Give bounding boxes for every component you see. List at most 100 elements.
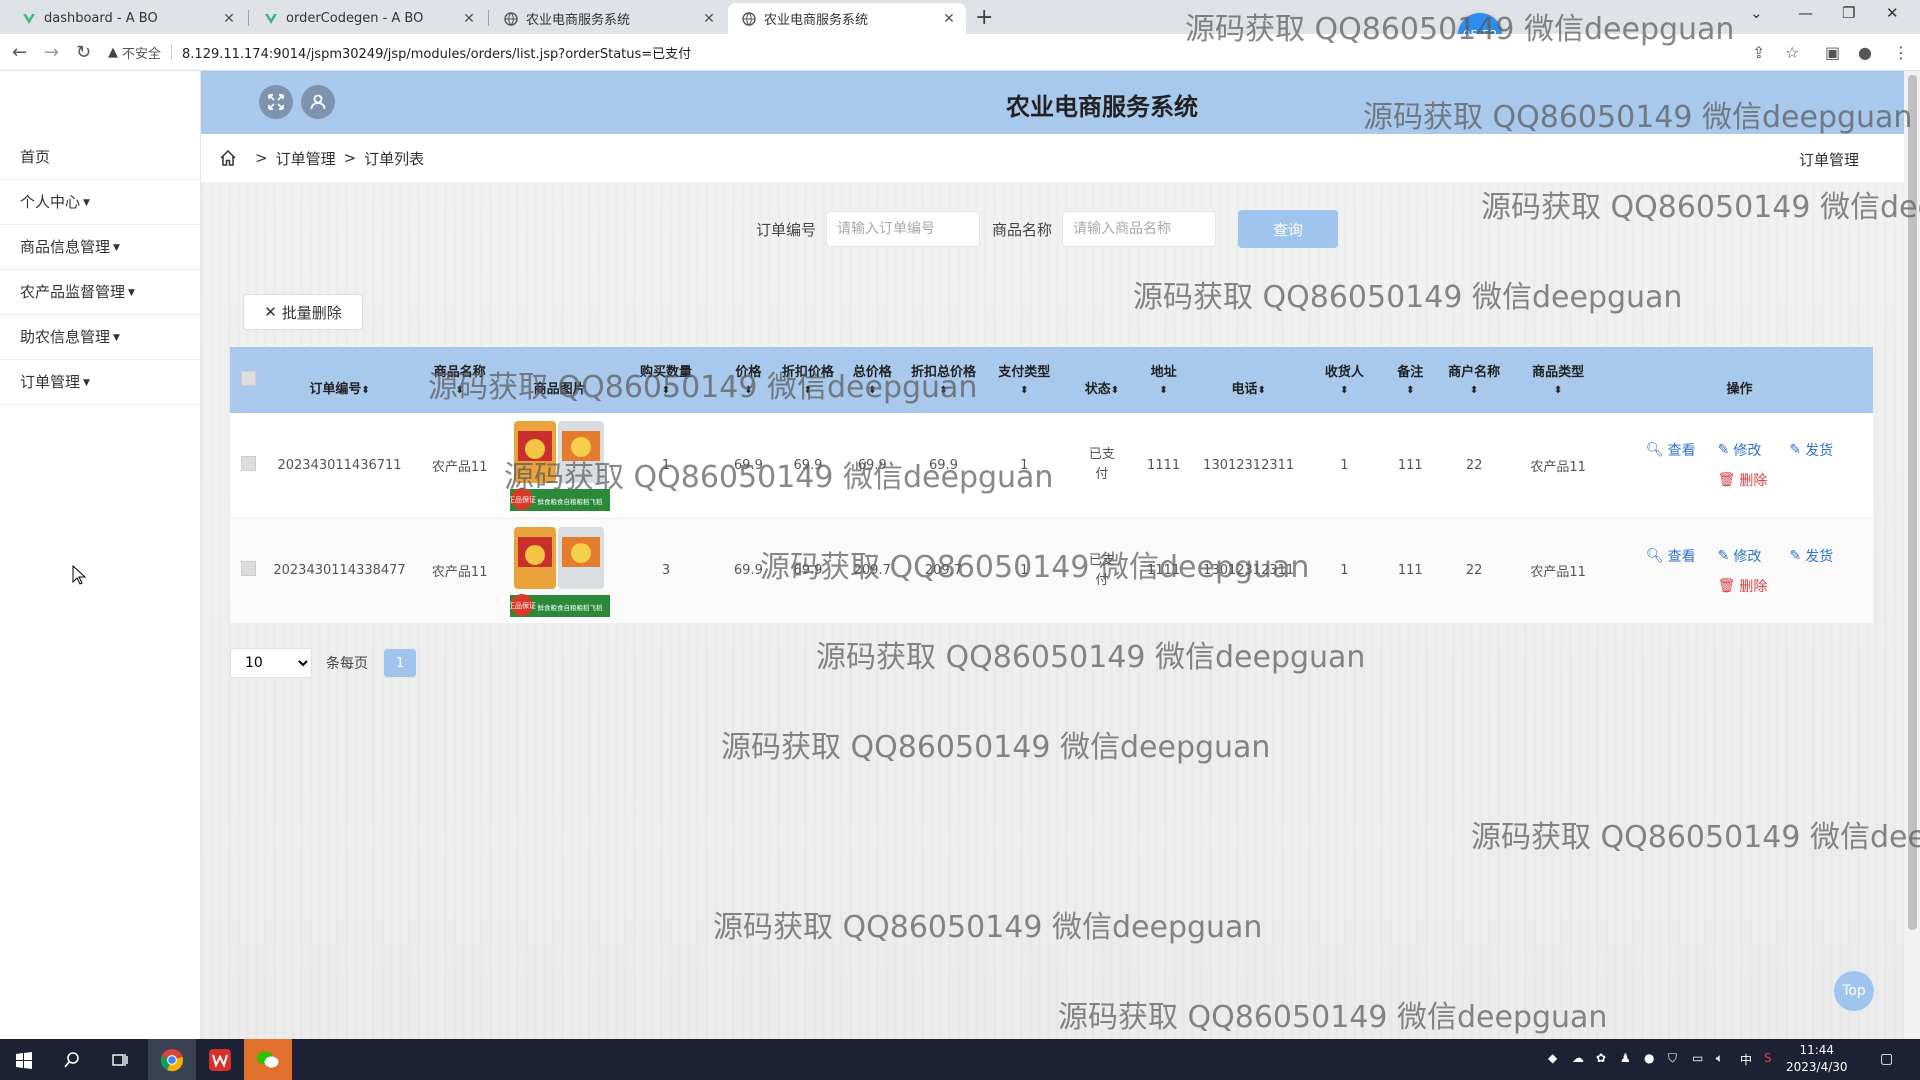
row-checkbox[interactable] bbox=[240, 455, 256, 471]
globe-icon bbox=[504, 11, 518, 26]
windows-start-icon[interactable] bbox=[0, 1039, 48, 1080]
column-header[interactable]: 状态⬍ bbox=[1068, 347, 1136, 413]
column-header[interactable]: 收货人 ⬍ bbox=[1306, 347, 1383, 413]
delete-button[interactable]: 🗑︎ 删除 bbox=[1718, 576, 1768, 596]
new-tab-button[interactable]: + bbox=[975, 5, 993, 30]
back-to-top-button[interactable]: Top bbox=[1834, 971, 1874, 1011]
url-field[interactable]: ▲ 不安全 8.129.11.174:9014/jspm30249/jsp/mo… bbox=[108, 39, 1738, 65]
edit-button[interactable]: ✎ 修改 bbox=[1718, 546, 1768, 566]
browser-tab-dashboard[interactable]: dashboard - A BO ✕ bbox=[8, 3, 246, 34]
bookmark-star-icon[interactable]: ☆ bbox=[1785, 43, 1799, 62]
delete-button[interactable]: 🗑︎ 删除 bbox=[1718, 470, 1768, 490]
user-icon[interactable] bbox=[301, 85, 335, 119]
tab-divider bbox=[488, 10, 489, 26]
sidebar-item-farm-aid[interactable]: 助农信息管理 ▼ bbox=[0, 315, 200, 360]
tray-app-icon[interactable]: ♟ bbox=[1620, 1051, 1631, 1065]
column-header[interactable]: 折扣价格 ⬍ bbox=[778, 347, 839, 413]
network-icon[interactable]: ▭ bbox=[1692, 1051, 1703, 1065]
vertical-scrollbar[interactable] bbox=[1904, 71, 1920, 1039]
browser-tab-ordercodegen[interactable]: orderCodegen - A BO ✕ bbox=[250, 3, 486, 34]
profile-icon[interactable]: ● bbox=[1858, 43, 1872, 62]
forward-arrow-icon[interactable]: → bbox=[44, 42, 59, 63]
restore-button[interactable]: ❐ bbox=[1842, 4, 1855, 22]
fullscreen-icon[interactable] bbox=[259, 85, 293, 119]
close-icon[interactable]: ✕ bbox=[458, 11, 480, 27]
wechat-icon[interactable] bbox=[244, 1039, 292, 1080]
tab-title: 农业电商服务系统 bbox=[764, 13, 869, 28]
ime-indicator[interactable]: 中 bbox=[1740, 1051, 1752, 1068]
page-size-select[interactable]: 10 bbox=[230, 648, 312, 678]
window-close-button[interactable]: ✕ bbox=[1886, 4, 1899, 22]
system-title: 农业电商服务系统 bbox=[1006, 93, 1198, 121]
volume-icon[interactable]: 🔈︎ bbox=[1716, 1051, 1723, 1066]
search-icon[interactable] bbox=[48, 1039, 96, 1080]
onedrive-icon[interactable]: ☁ bbox=[1572, 1051, 1584, 1065]
wechat-tray-icon[interactable]: ● bbox=[1644, 1051, 1654, 1065]
search-form: 订单编号 商品名称 查询 bbox=[756, 210, 1339, 248]
ship-button[interactable]: ✎ 发货 bbox=[1789, 546, 1833, 566]
taskbar-clock[interactable]: 11:44 2023/4/30 bbox=[1786, 1042, 1848, 1076]
product-name-input[interactable] bbox=[1062, 211, 1217, 247]
wps-icon[interactable] bbox=[196, 1039, 244, 1080]
chevron-down-icon[interactable]: ⌄ bbox=[1750, 4, 1763, 22]
cell-discount-price: 69.9 bbox=[793, 457, 823, 473]
browser-tab-system-1[interactable]: 农业电商服务系统 ✕ bbox=[490, 3, 726, 34]
tab-title: dashboard - A BO bbox=[44, 11, 158, 26]
breadcrumb-section[interactable]: 订单管理 bbox=[276, 148, 336, 169]
sidebar-item-products[interactable]: 商品信息管理 ▼ bbox=[0, 225, 200, 270]
column-header[interactable]: 价格 ⬍ bbox=[719, 347, 777, 413]
column-header[interactable]: 商户名称 ⬍ bbox=[1438, 347, 1510, 413]
notification-icon[interactable]: ▢ bbox=[1880, 1051, 1893, 1067]
row-checkbox[interactable] bbox=[240, 561, 256, 576]
edit-button[interactable]: ✎ 修改 bbox=[1718, 440, 1768, 460]
view-button[interactable]: 🔍︎ 查看 bbox=[1646, 440, 1696, 460]
cell-merchant: 22 bbox=[1465, 563, 1483, 578]
back-arrow-icon[interactable]: ← bbox=[12, 42, 27, 63]
order-no-input[interactable] bbox=[826, 211, 981, 247]
close-icon[interactable]: ✕ bbox=[218, 11, 240, 27]
close-icon[interactable]: ✕ bbox=[938, 11, 960, 27]
column-header[interactable]: 折扣总价格 ⬍ bbox=[906, 347, 980, 413]
column-header[interactable]: 备注 ⬍ bbox=[1383, 347, 1438, 413]
column-header[interactable]: 商品名称 ⬍ bbox=[413, 347, 507, 413]
sogou-icon[interactable]: S bbox=[1764, 1051, 1772, 1065]
minimize-button[interactable]: — bbox=[1798, 4, 1813, 22]
cell-product: 农产品11 bbox=[431, 565, 488, 580]
shield-icon[interactable]: ⛉ bbox=[1668, 1051, 1677, 1066]
chrome-icon[interactable] bbox=[148, 1039, 196, 1080]
share-icon[interactable]: ⇪ bbox=[1752, 43, 1765, 62]
ship-button[interactable]: ✎ 发货 bbox=[1789, 440, 1833, 460]
vue-icon bbox=[264, 12, 278, 26]
task-view-icon[interactable] bbox=[96, 1039, 144, 1080]
batch-delete-button[interactable]: ✕ 批量删除 bbox=[243, 294, 363, 330]
select-all-checkbox[interactable] bbox=[240, 370, 256, 386]
column-header[interactable]: 总价格 ⬍ bbox=[838, 347, 906, 413]
sidepanel-icon[interactable]: ▣ bbox=[1825, 43, 1840, 62]
close-icon[interactable]: ✕ bbox=[698, 11, 720, 27]
breadcrumb-separator: > bbox=[343, 149, 357, 167]
cell-price: 69.9 bbox=[733, 563, 763, 578]
reload-icon[interactable]: ↻ bbox=[76, 42, 91, 63]
scrollbar-thumb[interactable] bbox=[1908, 75, 1917, 930]
column-header[interactable]: 地址 ⬍ bbox=[1136, 347, 1191, 413]
tray-app-icon[interactable]: ◆ bbox=[1548, 1051, 1557, 1065]
column-header[interactable]: 支付类型 ⬍ bbox=[981, 347, 1068, 413]
browser-tab-system-active[interactable]: 农业电商服务系统 ✕ bbox=[728, 3, 966, 34]
column-header[interactable]: 商品类型 ⬍ bbox=[1510, 347, 1606, 413]
column-header[interactable]: 电话⬍ bbox=[1191, 347, 1306, 413]
home-icon[interactable] bbox=[219, 149, 237, 167]
sidebar-item-supervision[interactable]: 农产品监督管理 ▼ bbox=[0, 270, 200, 315]
tab-title: 农业电商服务系统 bbox=[526, 13, 631, 28]
order-no-label: 订单编号 bbox=[756, 220, 817, 239]
page-button-current[interactable]: 1 bbox=[384, 649, 416, 677]
sidebar-item-orders[interactable]: 订单管理 ▼ bbox=[0, 360, 200, 405]
tray-app-icon[interactable]: ✿ bbox=[1596, 1051, 1606, 1065]
query-button[interactable]: 查询 bbox=[1238, 210, 1339, 248]
sidebar-item-personal[interactable]: 个人中心 ▼ bbox=[0, 180, 200, 225]
column-header[interactable]: 订单编号⬍ bbox=[266, 347, 413, 413]
column-header[interactable]: 购买数量 ⬍ bbox=[613, 347, 719, 413]
sidebar-item-home[interactable]: 首页 bbox=[0, 135, 200, 180]
cell-address: 1111 bbox=[1147, 457, 1181, 473]
view-button[interactable]: 🔍︎ 查看 bbox=[1646, 546, 1696, 566]
kebab-menu-icon[interactable]: ⋮ bbox=[1893, 43, 1909, 62]
